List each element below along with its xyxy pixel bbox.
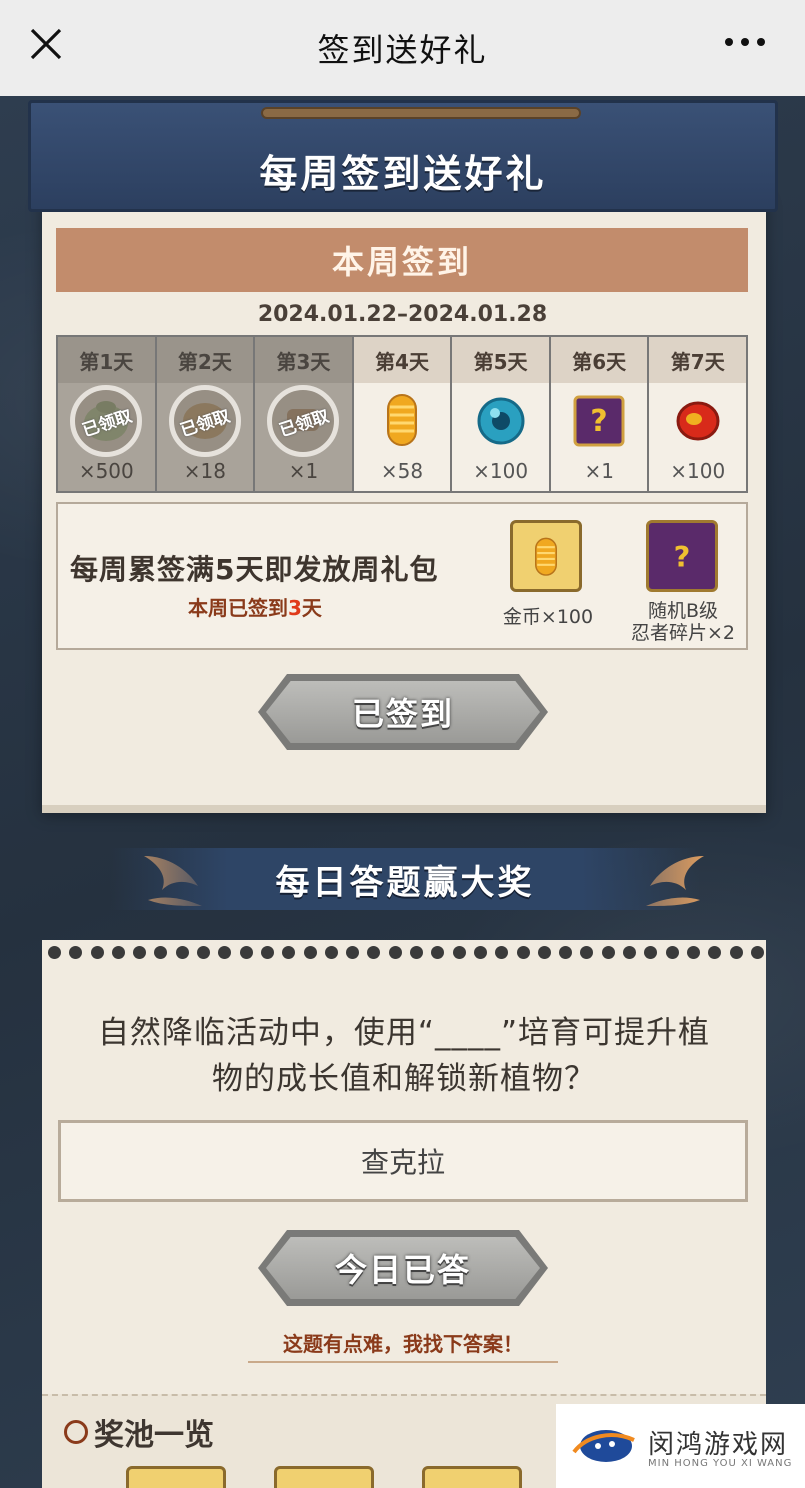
prize-item[interactable] (126, 1466, 226, 1488)
day-count: ×100 (670, 459, 726, 483)
answered-today-button[interactable]: 今日已答 (258, 1230, 548, 1306)
answered-today-button-label: 今日已答 (334, 1251, 471, 1289)
gamepad-logo-icon (572, 1430, 635, 1462)
signed-in-button[interactable]: 已签到 (258, 674, 548, 750)
nav-bar: 签到送好礼 (0, 0, 805, 96)
week-banner: 本周签到 (56, 228, 748, 292)
day-count: ×1 (584, 459, 614, 483)
day-label: 第1天 (58, 337, 155, 383)
day-cell-5[interactable]: 第5天 ×100 (452, 337, 549, 491)
prize-item[interactable] (422, 1466, 522, 1488)
prize-item[interactable] (274, 1466, 374, 1488)
close-icon[interactable] (28, 26, 64, 62)
day-count: ×1 (288, 459, 319, 483)
day-label: 第4天 (353, 337, 451, 383)
more-icon[interactable] (725, 38, 765, 46)
day-count: ×18 (183, 459, 226, 483)
svg-text:?: ? (590, 404, 607, 439)
signin-title: 每周签到送好礼 (259, 152, 547, 196)
ninja-fragment-icon: ? (573, 395, 625, 447)
hint-link[interactable]: 这题有点难，我找下答案！ (248, 1328, 558, 1363)
red-ruby-icon (676, 401, 720, 441)
day-cell-2[interactable]: 第2天 已领取 ×18 (156, 337, 254, 491)
signed-in-button-label: 已签到 (351, 695, 454, 733)
ninja-fragment-icon: ? (658, 532, 706, 580)
week-banner-label: 本周签到 (331, 243, 472, 281)
quiz-header: 每日答题赢大奖 (110, 848, 700, 910)
day-cell-1[interactable]: 第1天 已领取 ×500 (58, 337, 155, 491)
scroll-rod (261, 107, 581, 119)
day-label: 第5天 (452, 337, 549, 383)
coin-mark-icon (64, 1420, 88, 1444)
notebook-holes (48, 946, 764, 964)
watermark: 闵鸿游戏网 MIN HONG YOU XI WANG (556, 1404, 805, 1488)
nav-title: 签到送好礼 (317, 31, 488, 69)
weekly-bonus-box: 每周累签满5天即发放周礼包 本周已签到3天 金币×100 ? 随机B级 忍者碎片… (56, 502, 748, 650)
day-label: 第7天 (649, 337, 747, 383)
day-grid: 第1天 已领取 ×500 第2天 已领取 ×18 第3天 已领取 ×1 第4天 … (56, 335, 748, 493)
claimed-stamp: 已领取 (267, 385, 340, 457)
quiz-title: 每日答题赢大奖 (275, 862, 535, 903)
watermark-name: 闵鸿游戏网 (648, 1430, 789, 1460)
day-cell-3[interactable]: 第3天 已领取 ×1 (255, 337, 352, 491)
day-count: ×100 (473, 459, 529, 483)
prize-pool-title: 奖池一览 (64, 1410, 214, 1454)
bonus-reward-fragment-label: 随机B级 忍者碎片×2 (630, 600, 735, 644)
day-cell-7[interactable]: 第7天 ×100 (649, 337, 747, 491)
day-cell-4[interactable]: 第4天 ×58 (353, 337, 451, 491)
quiz-question: 自然降临活动中，使用“____”培育可提升植 物的成长值和解锁新植物？ (97, 1015, 711, 1097)
watermark-pinyin: MIN HONG YOU XI WANG (648, 1458, 793, 1469)
answer-option[interactable]: 查克拉 (58, 1120, 748, 1202)
bonus-reward-fragment[interactable]: ? (646, 520, 718, 592)
svg-text:?: ? (674, 540, 691, 574)
date-range: 2024.01.22–2024.01.28 (257, 302, 548, 327)
progress-count: 3 (288, 596, 302, 620)
bonus-reward-coin-label: 金币×100 (502, 606, 594, 628)
bonus-progress: 本周已签到3天 (188, 596, 322, 620)
claimed-stamp: 已领取 (168, 385, 241, 457)
day-count: ×58 (380, 459, 424, 483)
bonus-reward-coin[interactable] (510, 520, 582, 592)
day-cell-6[interactable]: 第6天 ? ×1 (550, 337, 648, 491)
chakra-orb-icon (477, 397, 525, 445)
day-label: 第3天 (255, 337, 352, 383)
gold-coin-icon (387, 394, 418, 446)
claimed-stamp: 已领取 (70, 385, 143, 457)
day-count: ×500 (78, 459, 134, 483)
day-label: 第2天 (156, 337, 254, 383)
signin-header: 每周签到送好礼 (28, 100, 778, 212)
day-label: 第6天 (550, 337, 648, 383)
bonus-title: 每周累签满5天即发放周礼包 (70, 553, 439, 586)
gold-coin-icon (535, 537, 557, 576)
